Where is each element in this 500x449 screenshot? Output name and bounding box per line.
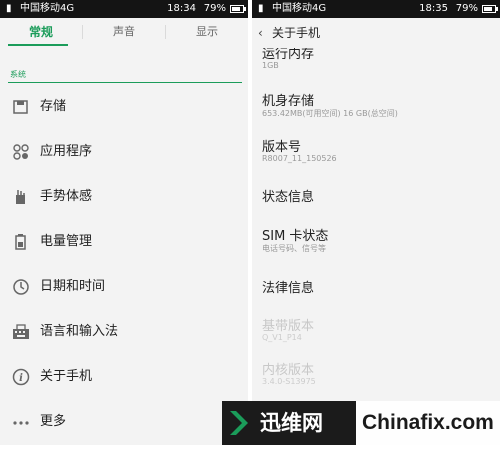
battery-tip bbox=[244, 7, 246, 11]
info-item-value: 电话号码、信号等 bbox=[262, 244, 326, 253]
menu-item-label: 关于手机 bbox=[40, 369, 93, 384]
keyboard-icon bbox=[13, 324, 29, 339]
menu-item-label: 手势体感 bbox=[40, 189, 93, 204]
page-title: 关于手机 bbox=[272, 26, 321, 40]
section-divider bbox=[8, 82, 242, 83]
battery-fill bbox=[232, 7, 240, 11]
info-item-value: 653.42MB(可用空间) 16 GB(总空间) bbox=[262, 109, 398, 118]
carrier-label: 中国移动4G bbox=[20, 3, 75, 14]
brand-logo-icon bbox=[222, 401, 256, 445]
menu-item-more[interactable]: 更多 bbox=[0, 400, 248, 444]
tab-display[interactable]: 显示 bbox=[166, 18, 248, 46]
menu-item-storage[interactable]: 存储 bbox=[0, 85, 248, 129]
settings-tabs: 常规 声音 显示 bbox=[0, 18, 248, 46]
storage-icon bbox=[13, 100, 28, 114]
tab-sound[interactable]: 声音 bbox=[83, 18, 165, 46]
signal-icon: ▮ bbox=[258, 3, 264, 14]
menu-item-label: 日期和时间 bbox=[40, 279, 106, 294]
info-item-value: 1GB bbox=[262, 61, 279, 70]
menu-item-language-input[interactable]: 语言和输入法 bbox=[0, 310, 248, 354]
menu-item-date-time[interactable]: 日期和时间 bbox=[0, 265, 248, 309]
menu-item-about-phone[interactable]: i 关于手机 bbox=[0, 355, 248, 399]
title-bar: ‹ 关于手机 bbox=[252, 18, 500, 48]
menu-item-label: 更多 bbox=[40, 414, 67, 429]
section-header-system: 系统 bbox=[10, 70, 26, 79]
watermark-brand-en: Chinafix.com bbox=[356, 401, 500, 445]
menu-item-battery[interactable]: 电量管理 bbox=[0, 220, 248, 264]
tab-general[interactable]: 常规 bbox=[0, 18, 82, 46]
watermark-brand-cn: 迅维网 bbox=[256, 401, 356, 445]
info-item-title: 版本号 bbox=[262, 140, 302, 155]
info-item-title: 内核版本 bbox=[262, 363, 315, 378]
svg-text:i: i bbox=[19, 373, 23, 384]
status-time: 18:34 bbox=[167, 3, 196, 14]
info-item-value: Q_V1_P14 bbox=[262, 333, 302, 342]
gesture-icon bbox=[16, 190, 25, 204]
battery-tip bbox=[496, 7, 498, 11]
battery-status-icon bbox=[230, 5, 244, 13]
info-item-title: SIM 卡状态 bbox=[262, 229, 329, 244]
menu-item-gesture[interactable]: 手势体感 bbox=[0, 175, 248, 219]
info-item-title: 机身存储 bbox=[262, 94, 315, 109]
signal-icon: ▮ bbox=[6, 3, 12, 14]
info-item-title: 基带版本 bbox=[262, 319, 315, 334]
menu-item-label: 电量管理 bbox=[40, 234, 93, 249]
apps-icon bbox=[13, 144, 29, 160]
menu-item-label: 存储 bbox=[40, 99, 67, 114]
clock-icon bbox=[13, 279, 29, 295]
battery-percent: 79% bbox=[455, 3, 478, 14]
battery-fill bbox=[484, 7, 492, 11]
info-item-value: 3.4.0-S13975 bbox=[262, 377, 316, 386]
more-icon bbox=[13, 421, 29, 425]
menu-item-label: 语言和输入法 bbox=[40, 324, 119, 339]
status-bar: ▮ 中国移动4G 18:35 79% bbox=[252, 0, 500, 18]
battery-status-icon bbox=[482, 5, 496, 13]
info-item-title: 状态信息 bbox=[262, 190, 315, 205]
info-item-value: R8007_11_150526 bbox=[262, 154, 337, 163]
settings-screen: ▮ 中国移动4G 18:34 79% 常规 声音 显示 系统 存储 应用程序 手… bbox=[0, 0, 248, 445]
about-phone-screen: 运行内存 1GB ▮ 中国移动4G 18:35 79% ‹ 关于手机 机身存储 … bbox=[252, 0, 500, 445]
menu-item-label: 应用程序 bbox=[40, 144, 93, 159]
status-bar: ▮ 中国移动4G 18:34 79% bbox=[0, 0, 248, 18]
info-item-title: 法律信息 bbox=[262, 281, 315, 296]
info-icon: i bbox=[12, 368, 30, 386]
active-tab-indicator bbox=[8, 44, 68, 46]
battery-icon bbox=[15, 234, 26, 250]
chevron-left-icon[interactable]: ‹ bbox=[258, 18, 263, 48]
status-time: 18:35 bbox=[419, 3, 448, 14]
carrier-label: 中国移动4G bbox=[272, 3, 327, 14]
menu-item-apps[interactable]: 应用程序 bbox=[0, 130, 248, 174]
watermark: 迅维网 Chinafix.com bbox=[222, 401, 500, 445]
battery-percent: 79% bbox=[203, 3, 226, 14]
